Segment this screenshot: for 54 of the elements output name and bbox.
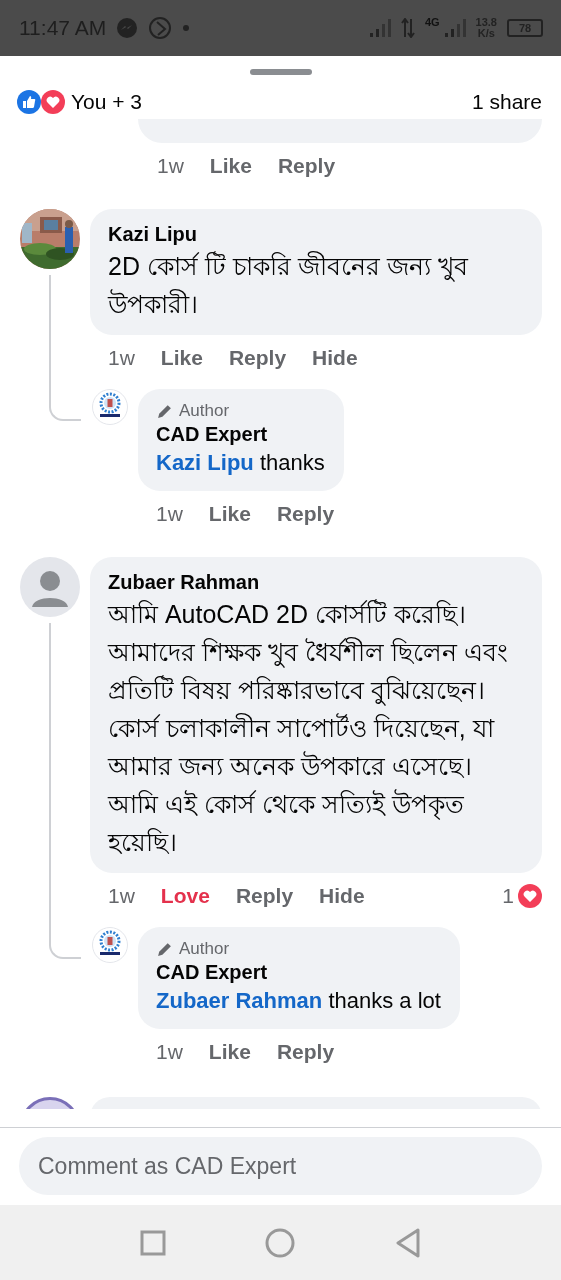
- reply-button[interactable]: Reply: [228, 346, 287, 370]
- avatar-icon: [20, 557, 80, 617]
- comment-time: 1w: [157, 154, 184, 178]
- commenter-name[interactable]: CAD Expert: [156, 421, 325, 447]
- signal-icon: [368, 18, 391, 38]
- pencil-icon: [156, 402, 173, 420]
- dot-icon: [182, 24, 191, 32]
- reply-button[interactable]: Reply: [277, 154, 336, 178]
- reply-button[interactable]: Reply: [276, 502, 335, 526]
- reaction-summary[interactable]: You + 3: [71, 90, 143, 114]
- comment-time: 1w: [156, 1040, 183, 1064]
- commenter-name[interactable]: Kazi Lipu: [108, 221, 524, 247]
- hide-button[interactable]: Hide: [319, 884, 365, 908]
- reply-button[interactable]: Reply: [276, 1040, 335, 1064]
- comment-text: আমি AutoCAD 2D কোর্সটি করেছি। আমাদের শিক্ষক খুব ধৈর্যশীল ছিলেন এবং প্রতিটি বিষয় পরিষ্কারভাবে বুঝিয়েছেন। কোর্স চলাকালীন সাপোর্টও দিয়েছেন, যা আমার জন্য অনেক উপকারে এসেছে। আমি এই কোর্স থেকে সত্যিই উপকৃত হয়েছি।: [108, 598, 509, 858]
- recent-apps-icon[interactable]: [139, 1229, 166, 1256]
- comment-text: 2D কোর্স টি চাকরি জীবনের জন্য খুব উপকারী।: [108, 250, 470, 320]
- comment-time: 1w: [108, 884, 135, 908]
- mention-link[interactable]: Zubaer Rahman: [156, 988, 323, 1013]
- commenter-name[interactable]: CAD Expert: [156, 959, 441, 985]
- pencil-icon: [156, 940, 173, 958]
- badge-label: Author: [179, 401, 230, 421]
- gear-logo-icon: [92, 389, 128, 425]
- like-button[interactable]: Like: [208, 1040, 251, 1064]
- back-icon[interactable]: [395, 1227, 422, 1258]
- reply-text: Kazi Lipu thanks: [156, 449, 325, 477]
- data-arrows-icon: [400, 18, 415, 38]
- comment-time: 1w: [156, 502, 183, 526]
- like-button[interactable]: Like: [209, 154, 252, 178]
- gear-logo-icon: [92, 927, 128, 963]
- reaction-button[interactable]: Love: [160, 884, 210, 908]
- play-circle-icon: [148, 16, 173, 40]
- commenter-name[interactable]: Zubaer Rahman: [108, 569, 524, 595]
- thread-connector: [49, 919, 81, 959]
- reply-button[interactable]: Reply: [235, 884, 294, 908]
- like-icon: [17, 90, 41, 114]
- badge-label: Author: [179, 939, 230, 959]
- love-icon: [518, 884, 542, 908]
- reaction-button[interactable]: Like: [160, 346, 203, 370]
- reply-text: Zubaer Rahman thanks a lot: [156, 987, 441, 1015]
- love-icon: [41, 90, 65, 114]
- drag-handle[interactable]: [249, 69, 312, 75]
- hide-button[interactable]: Hide: [312, 346, 358, 370]
- messenger-icon: [116, 17, 139, 39]
- comment-time: 1w: [108, 346, 135, 370]
- signal-icon: [443, 18, 466, 38]
- home-icon[interactable]: [265, 1227, 296, 1258]
- like-button[interactable]: Like: [208, 502, 251, 526]
- share-count[interactable]: 1 share: [471, 90, 542, 114]
- thread-connector: [49, 381, 81, 421]
- comment-field[interactable]: Comment as CAD Expert: [19, 1137, 542, 1195]
- mention-link[interactable]: Kazi Lipu: [156, 450, 254, 475]
- network-type: 4G: [424, 16, 440, 28]
- reaction-count: 1: [502, 884, 514, 908]
